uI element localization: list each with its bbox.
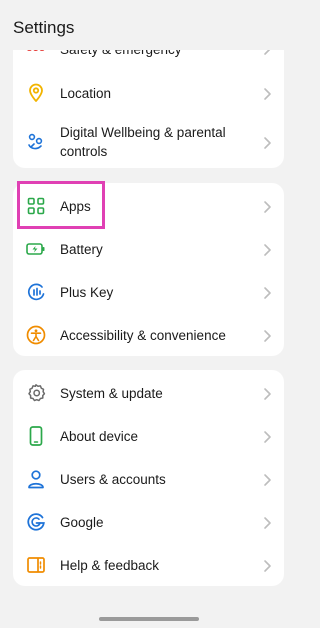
wellbeing-icon	[26, 132, 46, 152]
menu-item-help-feedback[interactable]: Help & feedback	[13, 544, 284, 586]
menu-item-label: Help & feedback	[60, 558, 160, 573]
menu-item-digital-wellbeing[interactable]: Digital Wellbeing & parental controls	[13, 118, 284, 168]
battery-icon	[26, 239, 46, 259]
user-icon	[26, 469, 46, 489]
menu-item-location[interactable]: Location	[13, 72, 284, 115]
app-header: Settings	[0, 0, 297, 50]
chevron-right-icon	[264, 244, 271, 256]
menu-item-label: Users & accounts	[60, 472, 166, 487]
help-icon	[26, 555, 46, 575]
menu-item-battery[interactable]: Battery	[13, 228, 284, 271]
chevron-right-icon	[264, 88, 271, 100]
chevron-right-icon	[264, 137, 271, 149]
chevron-right-icon	[264, 201, 271, 213]
page-title: Settings	[13, 18, 75, 37]
phone-icon	[26, 426, 46, 446]
menu-item-google[interactable]: Google	[13, 501, 284, 544]
menu-item-label-line2: controls	[60, 144, 108, 159]
menu-item-label: Google	[60, 515, 104, 530]
chevron-right-icon	[264, 474, 271, 486]
menu-item-label: Plus Key	[60, 285, 114, 300]
highlight-box	[17, 181, 105, 229]
google-icon	[26, 512, 46, 532]
menu-item-about-device[interactable]: About device	[13, 415, 284, 458]
chevron-right-icon	[264, 388, 271, 400]
menu-item-label: About device	[60, 429, 139, 444]
menu-item-accessibility[interactable]: Accessibility & convenience	[13, 314, 284, 356]
plus-key-icon	[26, 282, 46, 302]
menu-item-plus-key[interactable]: Plus Key	[13, 271, 284, 314]
chevron-right-icon	[264, 560, 271, 572]
gear-icon	[26, 383, 46, 403]
home-gesture-bar[interactable]	[99, 617, 199, 621]
menu-item-system-update[interactable]: System & update	[13, 372, 284, 415]
chevron-right-icon	[264, 287, 271, 299]
chevron-right-icon	[264, 330, 271, 342]
menu-item-label: Accessibility & convenience	[60, 328, 226, 343]
menu-item-users-accounts[interactable]: Users & accounts	[13, 458, 284, 501]
chevron-right-icon	[264, 517, 271, 529]
menu-item-label: Battery	[60, 242, 103, 257]
menu-item-label: System & update	[60, 386, 163, 401]
chevron-right-icon	[264, 431, 271, 443]
menu-item-label: Location	[60, 86, 112, 101]
menu-item-label-line1: Digital Wellbeing & parental	[60, 125, 226, 140]
settings-card-system: System & update About device Users & acc…	[13, 370, 284, 586]
accessibility-icon	[26, 325, 46, 345]
location-pin-icon	[26, 83, 46, 103]
